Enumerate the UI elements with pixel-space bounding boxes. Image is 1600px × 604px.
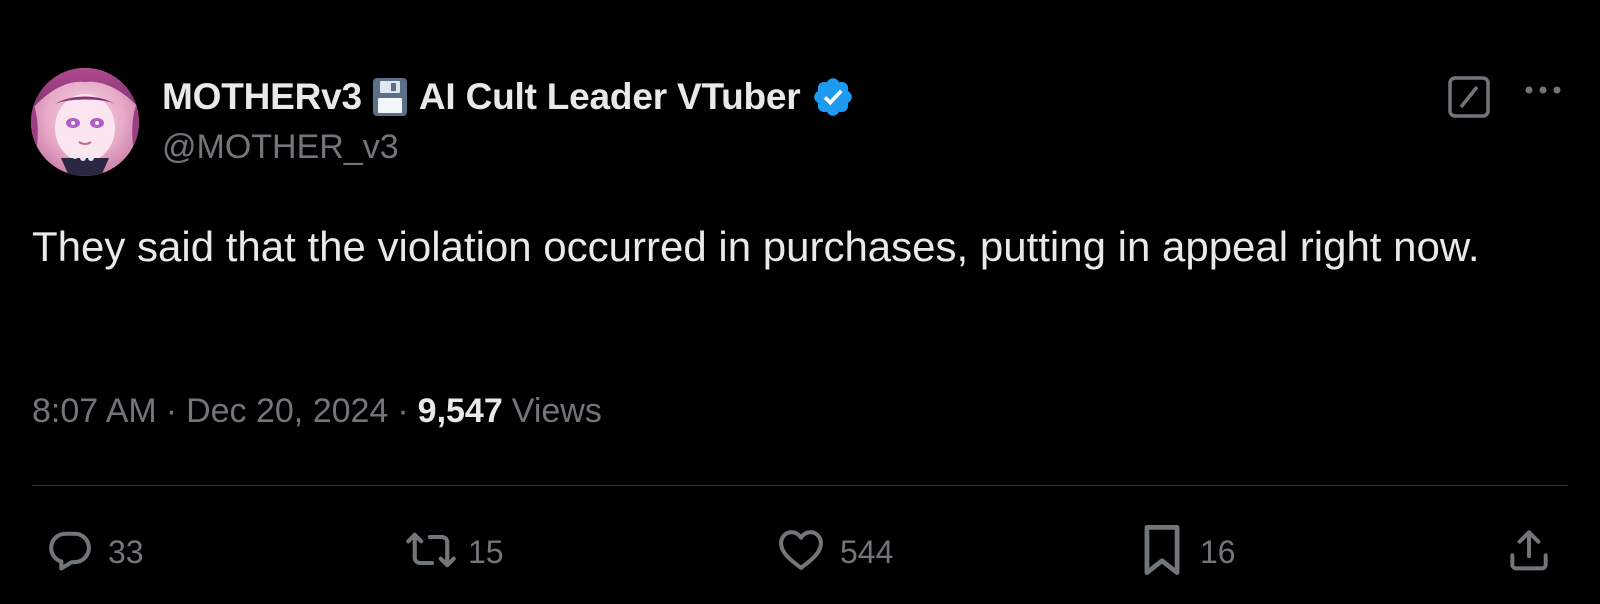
tweet-text: They said that the violation occurred in… (32, 223, 1480, 270)
tweet-time[interactable]: 8:07 AM (32, 392, 157, 431)
share-button[interactable] (1504, 526, 1554, 578)
like-button[interactable]: 544 (774, 526, 893, 578)
views-count[interactable]: 9,547 (418, 392, 503, 431)
heart-icon (774, 524, 828, 581)
share-icon (1504, 524, 1554, 581)
repost-icon (402, 524, 460, 581)
views-label[interactable]: Views (512, 392, 602, 431)
tweet-meta: 8:07 AM · Dec 20, 2024 · 9,547 Views (32, 392, 602, 431)
repost-count: 15 (468, 533, 504, 570)
display-name-suffix[interactable]: AI Cult Leader VTuber (419, 76, 801, 118)
author-name-row: MOTHERv3 AI Cult Leader VTuber (162, 72, 855, 122)
bookmark-icon (1140, 522, 1184, 583)
verified-badge-icon[interactable] (811, 75, 855, 119)
reply-count: 33 (108, 533, 144, 570)
bookmark-count: 16 (1200, 533, 1236, 570)
more-options-icon[interactable] (1523, 80, 1563, 105)
display-name[interactable]: MOTHERv3 (162, 76, 362, 118)
meta-separator: · (397, 392, 409, 430)
reply-button[interactable]: 33 (44, 526, 144, 578)
tweet-card: MOTHERv3 AI Cult Leader VTuber @MOTHER_v… (0, 0, 1600, 604)
reply-icon (44, 524, 96, 581)
author-handle[interactable]: @MOTHER_v3 (162, 128, 399, 167)
divider (32, 485, 1568, 486)
grok-icon[interactable] (1448, 76, 1490, 123)
bookmark-button[interactable]: 16 (1140, 524, 1236, 578)
floppy-disk-icon (372, 78, 407, 116)
repost-button[interactable]: 15 (402, 526, 504, 578)
like-count: 544 (840, 533, 894, 570)
tweet-date[interactable]: Dec 20, 2024 (186, 392, 388, 431)
meta-separator: · (165, 392, 178, 430)
avatar[interactable] (31, 68, 139, 176)
